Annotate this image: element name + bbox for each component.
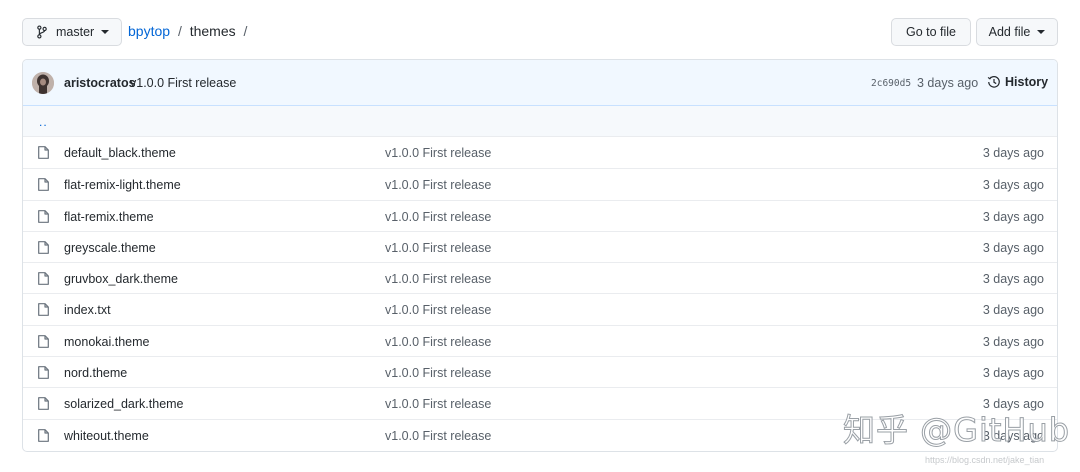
file-icon bbox=[38, 428, 49, 442]
parent-directory-link[interactable]: .. bbox=[39, 115, 48, 129]
file-commit-time: 3 days ago bbox=[982, 146, 1044, 160]
file-name-link[interactable]: default_black.theme bbox=[64, 146, 176, 160]
file-icon bbox=[38, 240, 49, 254]
add-file-button[interactable]: Add file bbox=[976, 18, 1058, 46]
table-row: nord.theme v1.0.0 First release 3 days a… bbox=[23, 356, 1057, 387]
file-commit-time: 3 days ago bbox=[982, 209, 1044, 224]
file-icon bbox=[38, 397, 49, 411]
file-commit-message-link[interactable]: v1.0.0 First release bbox=[385, 303, 491, 317]
breadcrumb-separator: / bbox=[177, 23, 182, 39]
file-icon bbox=[38, 366, 49, 379]
table-row: greyscale.theme v1.0.0 First release 3 d… bbox=[23, 230, 1057, 262]
file-name-link[interactable]: whiteout.theme bbox=[64, 429, 149, 443]
file-name-link[interactable]: flat-remix.theme bbox=[64, 210, 154, 224]
chevron-down-icon bbox=[101, 30, 110, 34]
table-row: flat-remix.theme v1.0.0 First release 3 … bbox=[23, 199, 1057, 231]
file-icon bbox=[38, 303, 49, 317]
branch-select-button[interactable]: master bbox=[22, 18, 122, 46]
commit-author-link[interactable]: aristocratos bbox=[64, 76, 136, 90]
file-name-link[interactable]: index.txt bbox=[64, 303, 111, 317]
user-avatar-icon bbox=[32, 72, 54, 94]
commit-message-link[interactable]: v1.0.0 First release bbox=[130, 76, 236, 90]
file-icon bbox=[38, 209, 49, 223]
file-commit-message-link[interactable]: v1.0.0 First release bbox=[385, 366, 491, 380]
file-commit-time: 3 days ago bbox=[982, 240, 1044, 255]
file-list: default_black.theme v1.0.0 First release… bbox=[23, 137, 1057, 450]
file-commit-message-link[interactable]: v1.0.0 First release bbox=[385, 429, 491, 443]
go-to-file-label: Go to file bbox=[905, 25, 957, 39]
go-to-file-button[interactable]: Go to file bbox=[891, 18, 971, 46]
file-commit-message-link[interactable]: v1.0.0 First release bbox=[385, 178, 491, 192]
file-icon bbox=[38, 334, 49, 348]
file-name-link[interactable]: monokai.theme bbox=[64, 335, 149, 349]
file-name-link[interactable]: nord.theme bbox=[64, 366, 127, 380]
parent-directory-row[interactable]: .. bbox=[23, 106, 1057, 137]
file-icon bbox=[38, 178, 49, 192]
table-row: default_black.theme v1.0.0 First release… bbox=[23, 137, 1057, 168]
history-clock-icon bbox=[987, 76, 1000, 88]
watermark: 知乎 @GitHub bbox=[842, 411, 1071, 450]
file-name-link[interactable]: flat-remix-light.theme bbox=[64, 178, 181, 192]
file-commit-message-link[interactable]: v1.0.0 First release bbox=[385, 335, 491, 349]
file-commit-message-link[interactable]: v1.0.0 First release bbox=[385, 146, 491, 160]
repo-toolbar: master bpytop / themes / Go to file Add … bbox=[22, 18, 1058, 46]
table-row: monokai.theme v1.0.0 First release 3 day… bbox=[23, 324, 1057, 356]
file-name-link[interactable]: greyscale.theme bbox=[64, 241, 156, 255]
breadcrumb-current-folder: themes bbox=[189, 23, 236, 39]
commit-time: 3 days ago bbox=[917, 76, 979, 90]
breadcrumb: bpytop / themes / bbox=[128, 23, 251, 39]
table-row: flat-remix-light.theme v1.0.0 First rele… bbox=[23, 168, 1057, 199]
add-file-label: Add file bbox=[988, 25, 1031, 39]
file-commit-message-link[interactable]: v1.0.0 First release bbox=[385, 241, 491, 255]
avatar[interactable] bbox=[32, 72, 54, 94]
file-commit-time: 3 days ago bbox=[982, 334, 1044, 349]
file-commit-message-link[interactable]: v1.0.0 First release bbox=[385, 397, 491, 411]
file-icon bbox=[38, 272, 49, 286]
file-browser: aristocratos v1.0.0 First release 2c690d… bbox=[22, 59, 1058, 452]
table-row: index.txt v1.0.0 First release 3 days ag… bbox=[23, 293, 1057, 324]
file-commit-time: 3 days ago bbox=[982, 366, 1044, 381]
breadcrumb-separator: / bbox=[243, 23, 248, 39]
watermark-url: https://blog.csdn.net/jake_tian bbox=[925, 455, 1045, 465]
branch-label: master bbox=[56, 25, 95, 39]
file-commit-time: 3 days ago bbox=[982, 303, 1044, 318]
commit-sha-link[interactable]: 2c690d5 bbox=[871, 78, 911, 89]
file-commit-message-link[interactable]: v1.0.0 First release bbox=[385, 210, 491, 224]
latest-commit-bar: aristocratos v1.0.0 First release 2c690d… bbox=[23, 60, 1057, 106]
file-commit-message-link[interactable]: v1.0.0 First release bbox=[385, 272, 491, 286]
file-commit-time: 3 days ago bbox=[982, 178, 1044, 193]
history-label: History bbox=[1005, 75, 1049, 89]
file-commit-time: 3 days ago bbox=[982, 272, 1044, 287]
git-branch-icon bbox=[37, 25, 47, 39]
history-link[interactable]: History bbox=[987, 75, 1048, 89]
table-row: gruvbox_dark.theme v1.0.0 First release … bbox=[23, 262, 1057, 293]
breadcrumb-repo-link[interactable]: bpytop bbox=[128, 23, 170, 39]
file-name-link[interactable]: solarized_dark.theme bbox=[64, 397, 184, 411]
file-icon bbox=[38, 146, 49, 159]
file-name-link[interactable]: gruvbox_dark.theme bbox=[64, 272, 178, 286]
chevron-down-icon bbox=[1037, 30, 1046, 34]
